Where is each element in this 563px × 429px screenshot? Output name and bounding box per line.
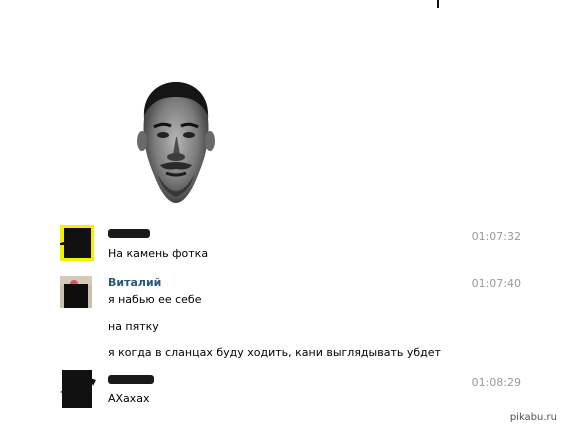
author-name[interactable]: Виталий (108, 276, 161, 289)
avatar-redacted-icon (60, 370, 96, 408)
author-name-redacted (108, 229, 150, 238)
message-time: 01:07:40 (471, 277, 521, 290)
author-name-redacted (108, 375, 154, 384)
message-text: На камень фотка (108, 247, 209, 260)
watermark: pikabu.ru (509, 412, 557, 423)
avatar-redacted-icon (60, 276, 92, 308)
avatar[interactable] (60, 370, 96, 410)
avatar[interactable] (60, 276, 92, 308)
message-text: АХахах (108, 392, 150, 405)
face-portrait-icon (137, 82, 215, 203)
message-time: 01:07:32 (471, 230, 521, 243)
message-text: на пятку (108, 320, 159, 333)
message-time: 01:08:29 (471, 376, 521, 389)
text-cursor (437, 0, 439, 8)
message-text: я когда в сланцах буду ходить, кани выгл… (108, 346, 441, 359)
avatar[interactable] (60, 225, 94, 261)
portrait-image (136, 79, 216, 206)
message-text: я набью ее себе (108, 293, 202, 306)
chat-screenshot: 01:07:32 На камень фотка Виталий 01:07:4… (0, 0, 563, 429)
avatar-redacted-icon (60, 225, 94, 261)
